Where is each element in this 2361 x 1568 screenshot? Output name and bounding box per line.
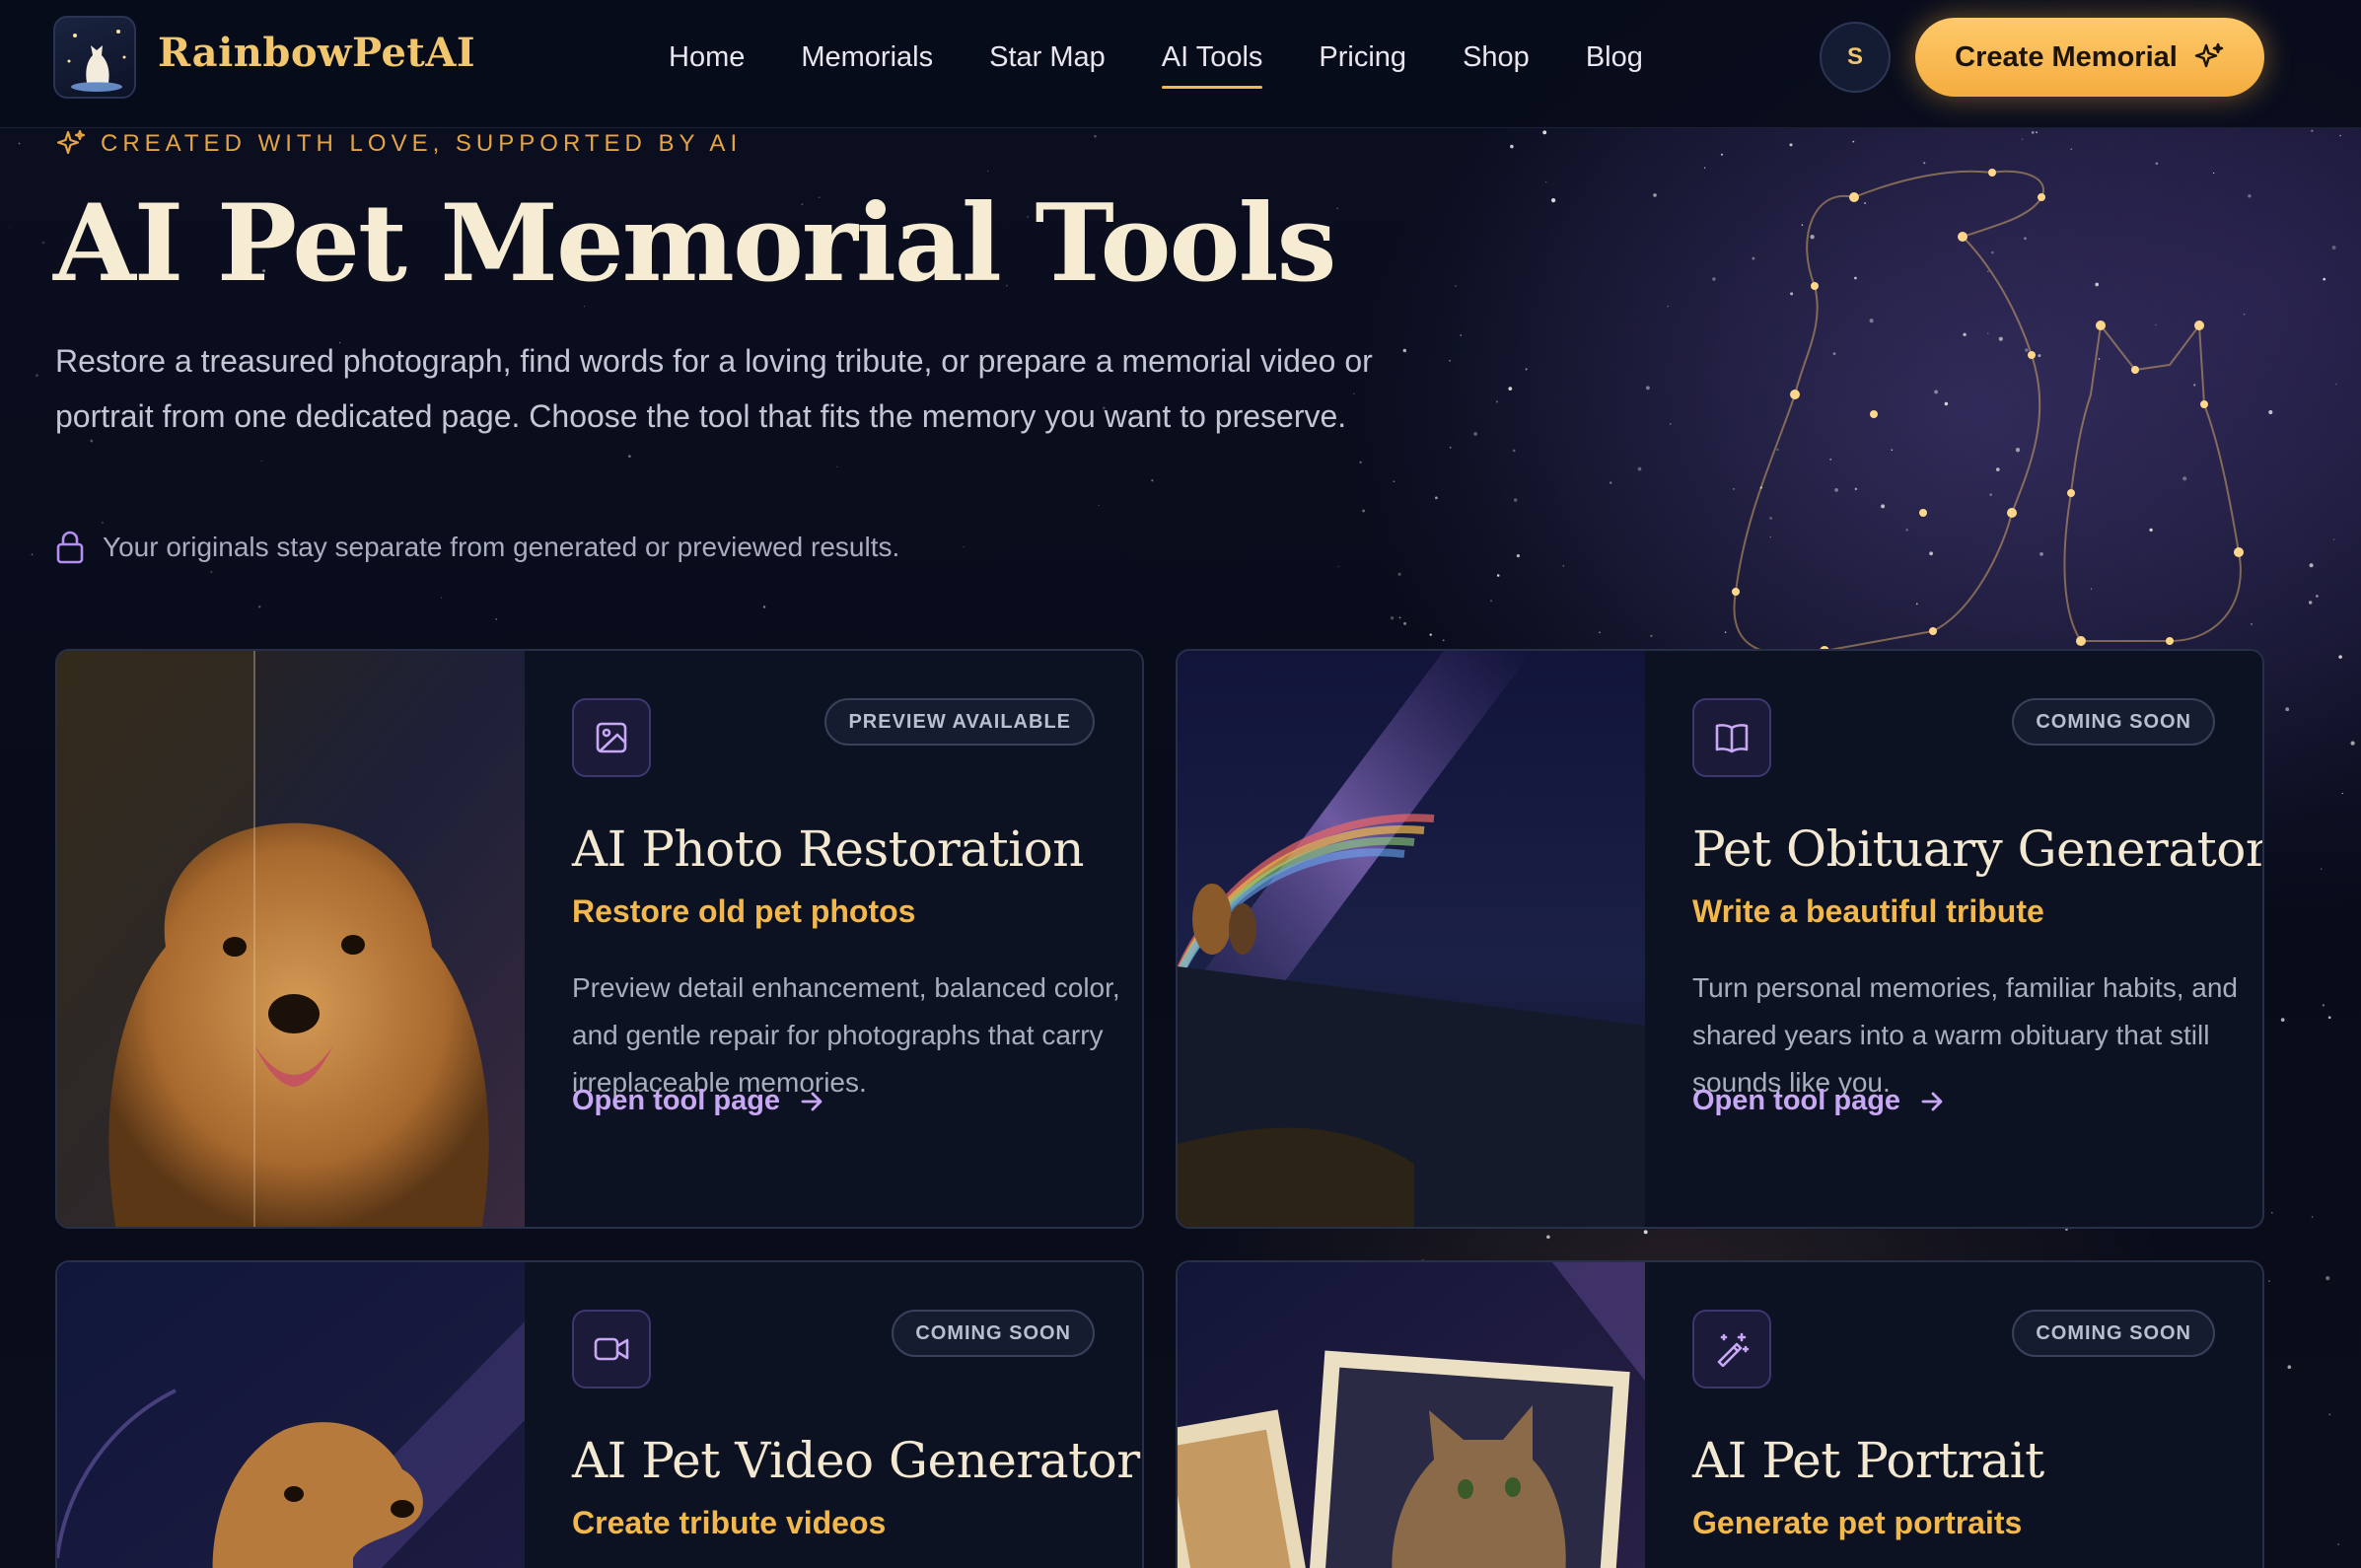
tool-card-body: COMING SOON AI Pet Portrait Generate pet… xyxy=(1645,1262,2262,1568)
lock-icon xyxy=(56,531,84,564)
image-icon xyxy=(572,698,651,777)
nav-ai-tools[interactable]: AI Tools xyxy=(1161,37,1262,93)
constellation-stars xyxy=(1732,169,2244,656)
tool-subtitle: Generate pet portraits xyxy=(1692,1505,2023,1540)
constellation-pets-icon xyxy=(1733,170,2242,656)
nav-star-map[interactable]: Star Map xyxy=(989,37,1106,93)
sparkle-icon xyxy=(56,129,86,155)
magic-wand-icon xyxy=(1692,1310,1771,1389)
page-description: Restore a treasured photograph, find wor… xyxy=(55,343,1373,434)
tool-title[interactable]: AI Photo Restoration xyxy=(572,820,1084,878)
cat-portrait-image xyxy=(1178,1262,1645,1568)
tool-subtitle: Write a beautiful tribute xyxy=(1692,893,2044,929)
golden-retriever-image xyxy=(57,651,525,1227)
tool-card-video-generator[interactable]: COMING SOON AI Pet Video Generator Creat… xyxy=(55,1260,1144,1568)
hero-eyebrow: CREATED WITH LOVE, SUPPORTED BY AI xyxy=(55,128,742,160)
arrow-right-icon xyxy=(801,1092,823,1110)
tool-subtitle: Restore old pet photos xyxy=(572,893,916,929)
open-tool-label: Open tool page xyxy=(1692,1085,1901,1116)
sparkle-icon xyxy=(2194,42,2224,68)
retriever-under-stars-image xyxy=(57,1262,525,1568)
rainbow-bridge-image xyxy=(1178,651,1645,1227)
page-title: AI Pet Memorial Tools xyxy=(53,181,1336,306)
tool-card-pet-portrait[interactable]: COMING SOON AI Pet Portrait Generate pet… xyxy=(1176,1260,2264,1568)
nav-pricing[interactable]: Pricing xyxy=(1319,37,1406,93)
user-avatar[interactable]: S xyxy=(1820,22,1891,93)
open-tool-label: Open tool page xyxy=(572,1085,781,1116)
nav-home[interactable]: Home xyxy=(669,37,745,93)
status-badge: PREVIEW AVAILABLE xyxy=(824,698,1095,746)
tool-card-body: COMING SOON Pet Obituary Generator Write… xyxy=(1645,651,2262,1227)
main-nav: Home Memorials Star Map AI Tools Pricing… xyxy=(669,37,1699,93)
logo-icon[interactable] xyxy=(53,16,136,99)
status-badge: COMING SOON xyxy=(2012,1310,2215,1357)
tool-title[interactable]: AI Pet Portrait xyxy=(1692,1432,2044,1489)
nav-blog[interactable]: Blog xyxy=(1586,37,1643,93)
tool-title[interactable]: Pet Obituary Generator xyxy=(1692,820,2262,878)
nav-shop[interactable]: Shop xyxy=(1463,37,1530,93)
create-memorial-label: Create Memorial xyxy=(1955,40,2178,73)
arrow-right-icon xyxy=(1921,1092,1943,1110)
eyebrow-text: CREATED WITH LOVE, SUPPORTED BY AI xyxy=(101,130,743,157)
create-memorial-button[interactable]: Create Memorial xyxy=(1915,18,2264,97)
status-badge: COMING SOON xyxy=(892,1310,1095,1357)
tool-card-body: PREVIEW AVAILABLE AI Photo Restoration R… xyxy=(525,651,1142,1227)
nav-memorials[interactable]: Memorials xyxy=(801,37,933,93)
book-icon xyxy=(1692,698,1771,777)
open-tool-link[interactable]: Open tool page xyxy=(572,1085,825,1117)
privacy-note-text: Your originals stay separate from genera… xyxy=(103,532,900,562)
status-badge: COMING SOON xyxy=(2012,698,2215,746)
open-tool-link[interactable]: Open tool page xyxy=(1692,1085,1946,1117)
brand-name[interactable]: RainbowPetAI xyxy=(158,30,475,76)
privacy-note: Your originals stay separate from genera… xyxy=(55,531,899,564)
tool-subtitle: Create tribute videos xyxy=(572,1505,887,1540)
tool-card-obituary-generator[interactable]: COMING SOON Pet Obituary Generator Write… xyxy=(1176,649,2264,1229)
video-icon xyxy=(572,1310,651,1389)
tool-card-body: COMING SOON AI Pet Video Generator Creat… xyxy=(525,1262,1142,1568)
tool-card-photo-restoration[interactable]: PREVIEW AVAILABLE AI Photo Restoration R… xyxy=(55,649,1144,1229)
tool-title[interactable]: AI Pet Video Generator xyxy=(572,1432,1140,1489)
top-navigation-bar: RainbowPetAI Home Memorials Star Map AI … xyxy=(0,0,2361,128)
